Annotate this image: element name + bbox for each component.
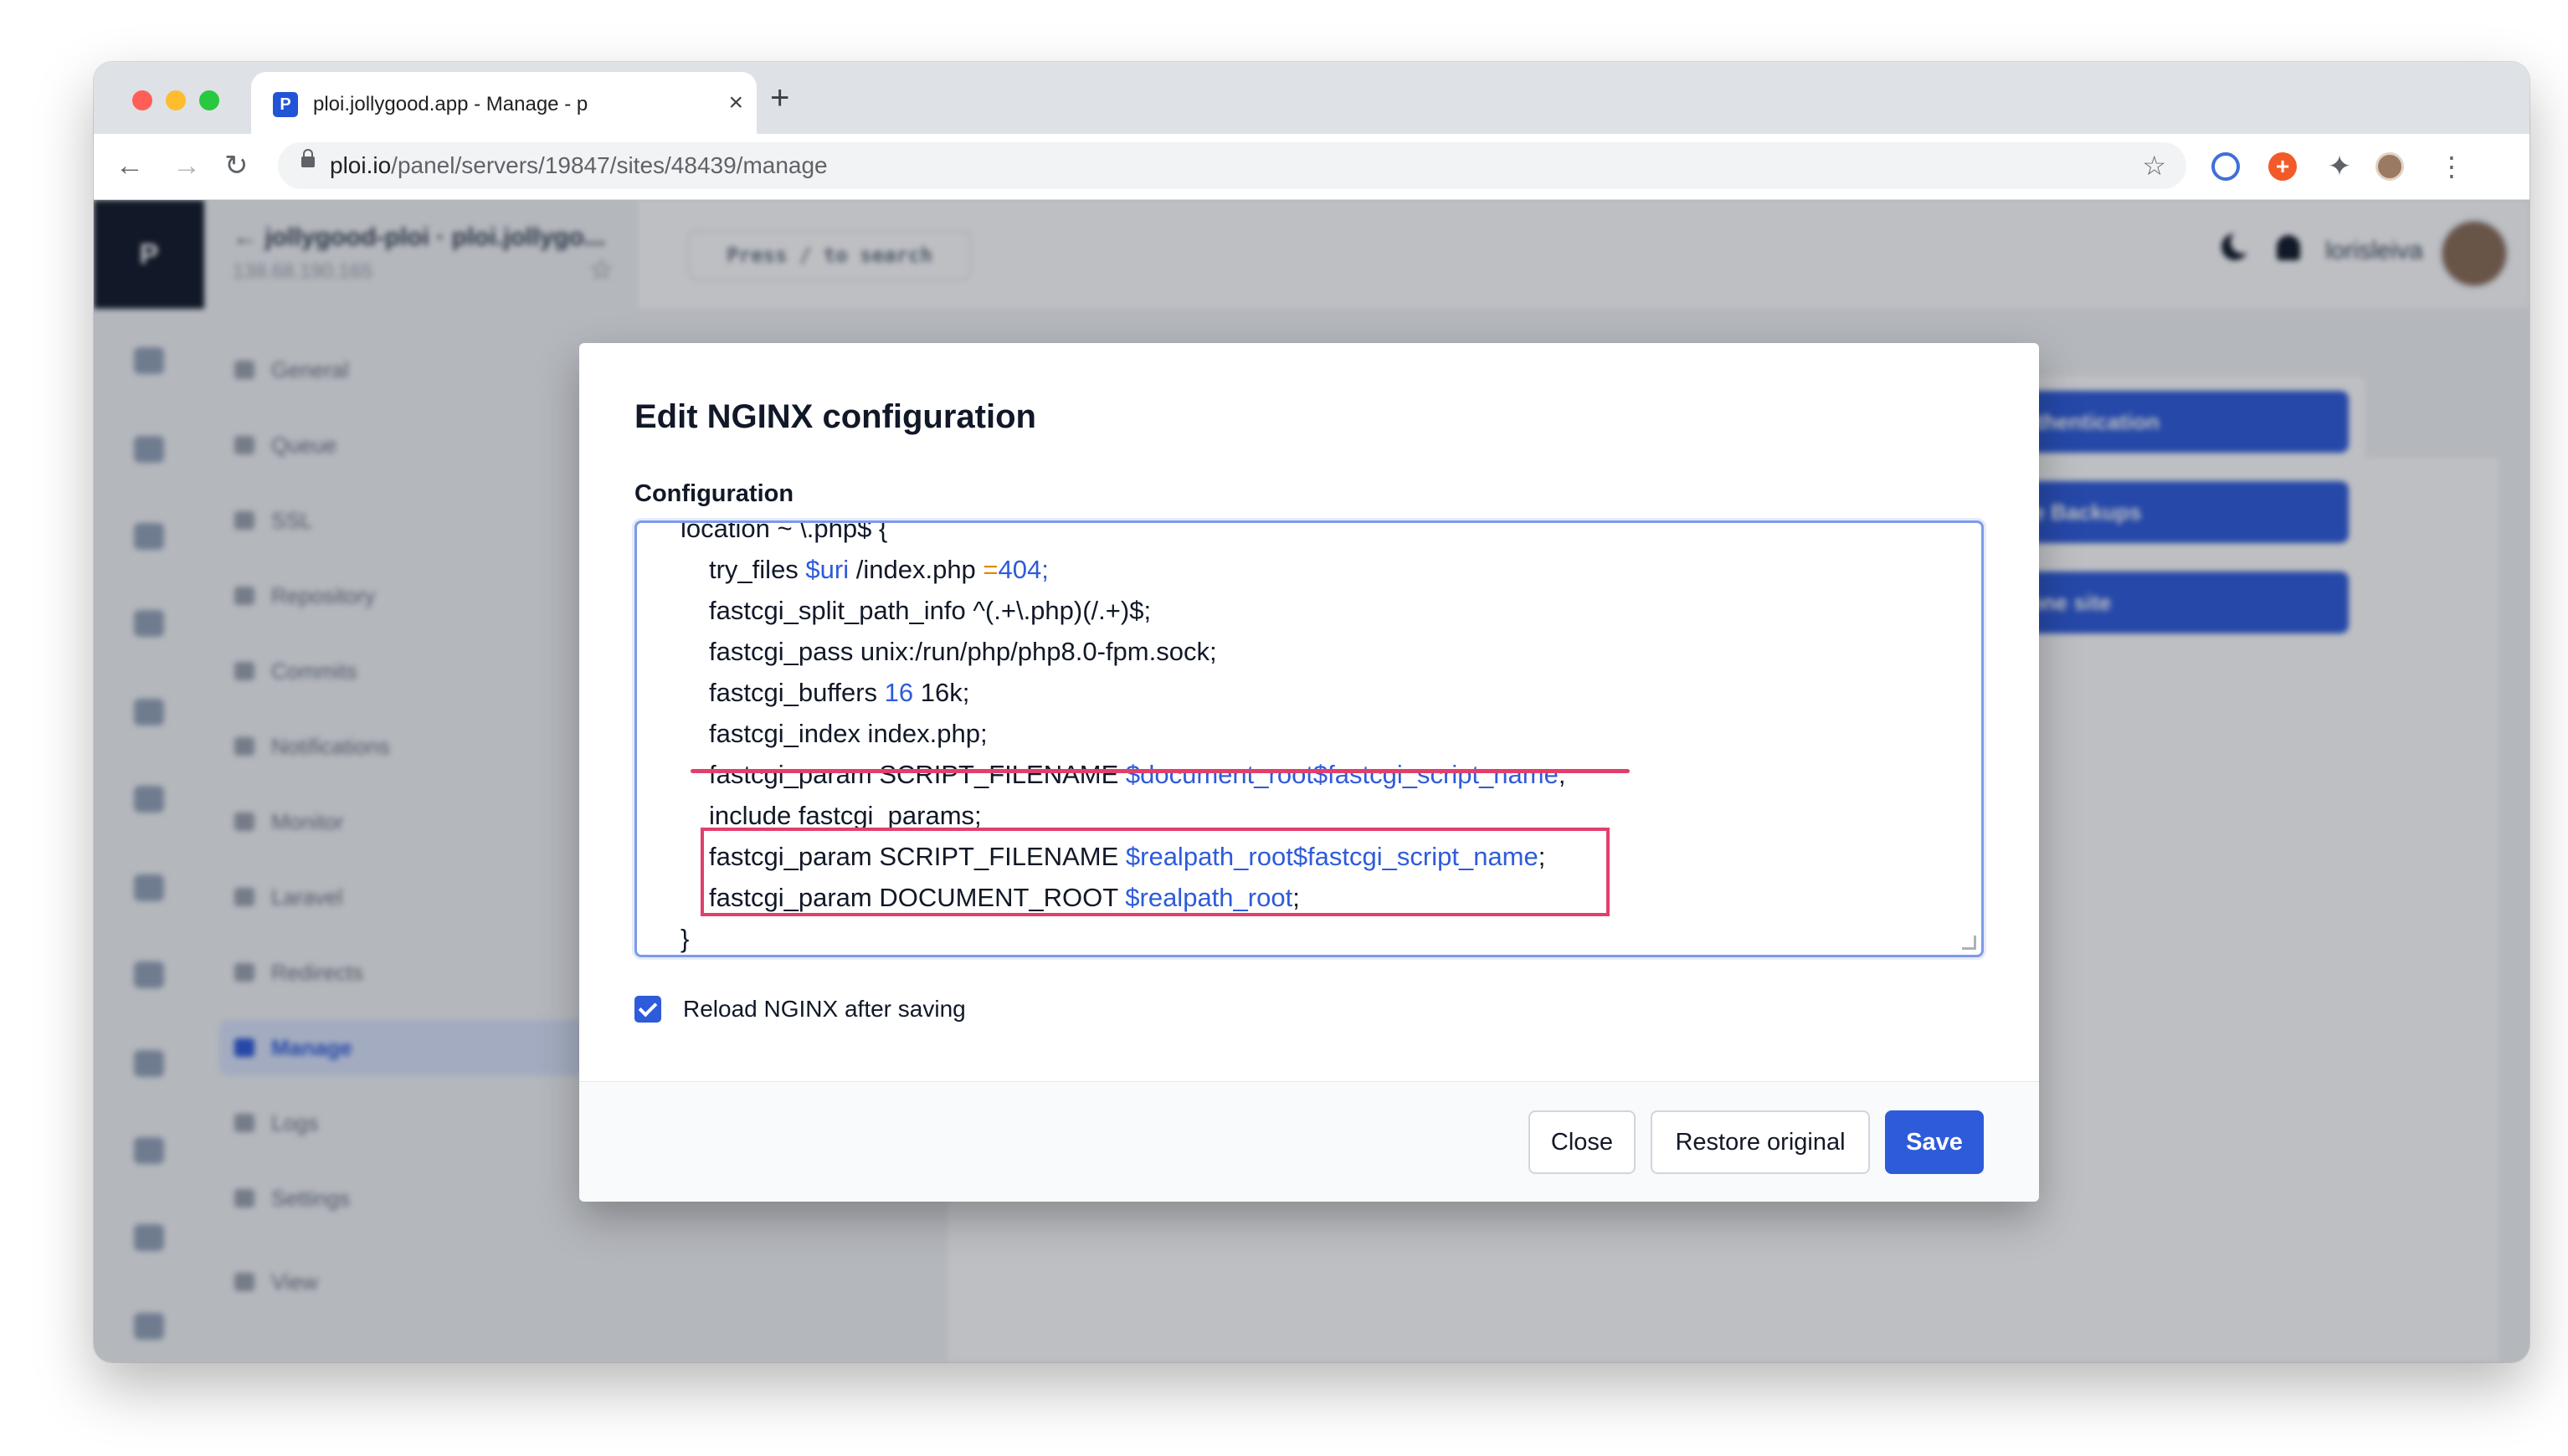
browser-window: P ploi.jollygood.app - Manage - p × + ← … [94, 62, 2529, 1362]
nginx-config-textarea[interactable]: location ~ \.php$ { try_files $uri /inde… [634, 520, 1984, 957]
lock-icon [301, 149, 315, 167]
code-token: fastcgi_buffers [709, 678, 885, 707]
code-token: fastcgi_param SCRIPT_FILENAME [709, 760, 1126, 789]
maximize-window-button[interactable] [199, 90, 219, 110]
profile-avatar-icon[interactable] [2375, 152, 2404, 181]
reload-nginx-label[interactable]: Reload NGINX after saving [683, 996, 966, 1023]
browser-menu-icon[interactable]: ⋮ [2437, 152, 2466, 181]
modal-footer: Close Restore original Save [579, 1081, 2039, 1202]
highlight-box-annotation [701, 828, 1610, 916]
forward-arrow-icon[interactable]: → [172, 149, 201, 182]
extensions-puzzle-icon[interactable]: ✦ [2325, 152, 2354, 181]
ploi-favicon-icon: P [273, 92, 298, 117]
restore-original-button[interactable]: Restore original [1651, 1110, 1870, 1174]
extension-plus-icon[interactable]: + [2268, 152, 2297, 181]
code-line: fastcgi_split_path_info ^(.+\.php)(/.+)$… [709, 596, 1152, 625]
code-token: ; [1558, 760, 1566, 789]
new-tab-icon[interactable]: + [770, 79, 789, 117]
extension-1password-icon[interactable] [2211, 152, 2240, 181]
close-button[interactable]: Close [1528, 1110, 1636, 1174]
code-line: location ~ \.php$ { [681, 520, 888, 543]
resize-handle-icon[interactable] [1962, 936, 1976, 950]
address-bar[interactable]: ploi.io/panel/servers/19847/sites/48439/… [278, 142, 2186, 189]
code-number: 16 [884, 678, 914, 707]
bookmark-star-icon[interactable]: ☆ [2142, 151, 2166, 181]
tab-close-icon[interactable]: × [728, 89, 743, 117]
tab-title: ploi.jollygood.app - Manage - p [313, 93, 588, 115]
url-text: ploi.io/panel/servers/19847/sites/48439/… [330, 152, 828, 179]
code-token: ; [1041, 555, 1049, 584]
code-token: 16k; [913, 678, 970, 707]
code-line: fastcgi_index index.php; [709, 719, 988, 748]
code-line: fastcgi_buffers 16 16k; [681, 672, 1565, 713]
strikethrough-annotation [691, 769, 1630, 773]
code-line: } [681, 924, 690, 953]
configuration-label: Configuration [634, 480, 794, 507]
reload-icon[interactable]: ↻ [224, 149, 249, 182]
url-host: ploi.io [330, 152, 392, 178]
edit-nginx-modal: Edit NGINX configuration Configuration l… [579, 343, 2039, 1202]
save-button[interactable]: Save [1885, 1110, 1984, 1174]
code-token: try_files [709, 555, 806, 584]
reload-nginx-checkbox[interactable] [634, 996, 661, 1023]
browser-tab-active[interactable]: P ploi.jollygood.app - Manage - p × [251, 72, 757, 134]
url-path: /panel/servers/19847/sites/48439/manage [391, 152, 828, 178]
code-token: /index.php [849, 555, 984, 584]
code-number: 404 [998, 555, 1042, 584]
code-line: try_files $uri /index.php =404; [681, 549, 1565, 590]
tab-strip: P ploi.jollygood.app - Manage - p × + [94, 62, 2529, 134]
browser-toolbar: ← → ↻ ploi.io/panel/servers/19847/sites/… [94, 134, 2529, 200]
back-arrow-icon[interactable]: ← [116, 149, 144, 182]
minimize-window-button[interactable] [166, 90, 186, 110]
code-operator: = [983, 555, 999, 584]
modal-title: Edit NGINX configuration [634, 398, 1036, 435]
close-window-button[interactable] [132, 90, 152, 110]
code-variable: $uri [805, 555, 850, 584]
code-line: fastcgi_pass unix:/run/php/php8.0-fpm.so… [709, 637, 1217, 666]
code-variable: $document_root$fastcgi_script_name [1125, 760, 1559, 789]
code-line-struck: fastcgi_param SCRIPT_FILENAME $document_… [681, 754, 1565, 795]
